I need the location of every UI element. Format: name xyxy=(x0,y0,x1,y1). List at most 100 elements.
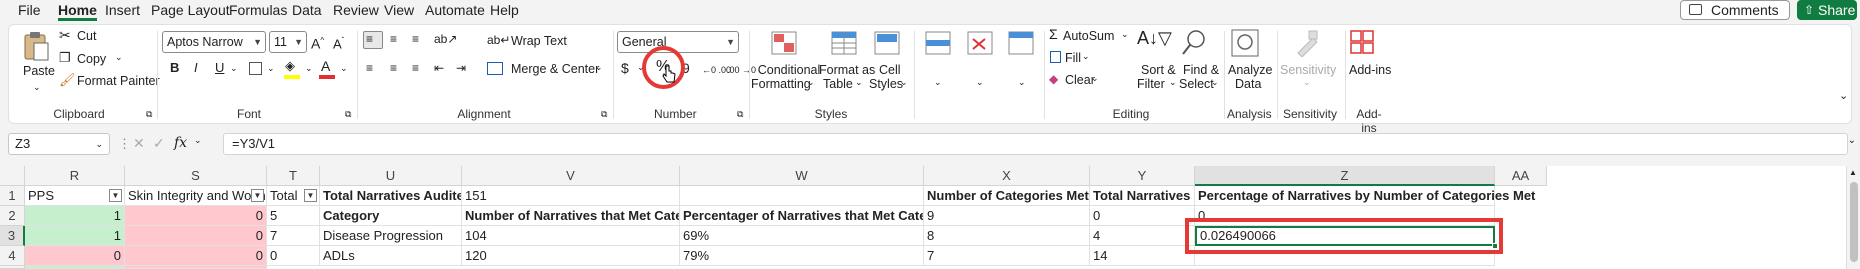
cell-v1[interactable]: 151 xyxy=(462,186,680,206)
cell-x3[interactable]: 8 xyxy=(924,226,1090,246)
dialog-launcher-icon[interactable]: ⧉ xyxy=(737,107,743,121)
menu-review[interactable]: Review xyxy=(333,1,379,21)
chevron-down-icon[interactable]: ⌄ xyxy=(194,135,202,146)
align-right-icon[interactable]: ≡ xyxy=(412,61,419,75)
middle-align-icon[interactable]: ≡ xyxy=(390,32,397,46)
cell-y4[interactable]: 14 xyxy=(1090,246,1195,266)
orientation-icon[interactable]: ab↗ xyxy=(434,32,457,46)
align-center-icon[interactable]: ≡ xyxy=(390,61,397,75)
menu-view[interactable]: View xyxy=(384,1,414,21)
column-header-selected[interactable]: Z xyxy=(1195,166,1495,186)
formula-input[interactable]: =Y3/V1 xyxy=(223,133,1848,155)
decrease-font-icon[interactable]: Aˇ xyxy=(333,34,344,51)
cancel-icon[interactable]: ✕ xyxy=(133,135,145,152)
cell-w4[interactable]: 79% xyxy=(680,246,924,266)
expand-formula-icon[interactable]: ⌄ xyxy=(1848,135,1856,146)
share-button[interactable]: ⇧ Share xyxy=(1797,0,1857,20)
chevron-down-icon[interactable]: ⌄ xyxy=(340,61,348,75)
currency-button[interactable]: $ xyxy=(621,61,629,75)
cell-t3[interactable]: 7 xyxy=(267,226,320,246)
chevron-down-icon[interactable]: ⌄ xyxy=(267,61,275,75)
bold-button[interactable]: B xyxy=(170,61,179,75)
cell-v3[interactable]: 104 xyxy=(462,226,680,246)
cell-u1[interactable]: Total Narratives Audited xyxy=(320,186,462,206)
row-header[interactable]: 4 xyxy=(0,246,25,266)
number-format-dropdown[interactable]: General ▼ xyxy=(617,31,739,53)
chevron-down-icon[interactable]: ⌄ xyxy=(305,61,313,75)
menu-insert[interactable]: Insert xyxy=(105,1,140,21)
insert-function-icon[interactable]: fx xyxy=(174,135,187,151)
column-header[interactable]: W xyxy=(680,166,924,186)
cell-u2[interactable]: Category xyxy=(320,206,462,226)
menu-data[interactable]: Data xyxy=(292,1,322,21)
italic-button[interactable]: I xyxy=(194,61,198,75)
menu-file[interactable]: File xyxy=(18,1,41,21)
increase-indent-icon[interactable]: ⇥ xyxy=(456,61,466,75)
cell-v2[interactable]: Number of Narratives that Met Category xyxy=(462,206,680,226)
decrease-indent-icon[interactable]: ⇤ xyxy=(434,61,444,75)
column-header[interactable]: S xyxy=(125,166,267,186)
vertical-scrollbar[interactable]: ▲ xyxy=(1846,166,1860,269)
cell-r1[interactable]: PPS ▼ xyxy=(25,186,125,206)
decrease-decimal-button[interactable]: .00 →0 xyxy=(727,63,756,77)
enter-icon[interactable]: ✓ xyxy=(153,135,165,152)
cell-s3[interactable]: 0 xyxy=(125,226,267,246)
column-header[interactable]: V xyxy=(462,166,680,186)
cell-r3[interactable]: 1 xyxy=(25,226,125,246)
menu-page-layout[interactable]: Page Layout xyxy=(151,1,230,21)
row-header[interactable]: 2 xyxy=(0,206,25,226)
cell-s4[interactable]: 0 xyxy=(125,246,267,266)
column-header[interactable]: U xyxy=(320,166,462,186)
cell-s2[interactable]: 0 xyxy=(125,206,267,226)
dialog-launcher-icon[interactable]: ⧉ xyxy=(146,107,152,121)
font-size-dropdown[interactable]: 11 ▼ xyxy=(269,31,307,53)
cell-t1[interactable]: Total ▼ xyxy=(267,186,320,206)
cell-y2[interactable]: 0 xyxy=(1090,206,1195,226)
align-left-icon[interactable]: ≡ xyxy=(366,61,373,75)
cell-w1[interactable] xyxy=(680,186,924,206)
cell-r4[interactable]: 0 xyxy=(25,246,125,266)
menu-help[interactable]: Help xyxy=(490,1,519,21)
font-name-dropdown[interactable]: Aptos Narrow ▼ xyxy=(162,31,266,53)
cell-s1[interactable]: Skin Integrity and Wound ▼ xyxy=(125,186,267,206)
filter-dropdown-icon[interactable]: ▼ xyxy=(251,189,264,202)
borders-icon[interactable] xyxy=(249,62,262,75)
cell-w2[interactable]: Percentager of Narratives that Met Categ… xyxy=(680,206,924,226)
menu-home[interactable]: Home xyxy=(58,1,97,21)
collapse-ribbon-icon[interactable]: ⌄ xyxy=(1839,89,1848,103)
cell-v4[interactable]: 120 xyxy=(462,246,680,266)
cell-x2[interactable]: 9 xyxy=(924,206,1090,226)
underline-button[interactable]: U xyxy=(215,61,224,75)
increase-font-icon[interactable]: A^ xyxy=(311,34,324,51)
select-all-corner[interactable] xyxy=(0,166,25,186)
dialog-launcher-icon[interactable]: ⧉ xyxy=(601,107,607,121)
name-box[interactable]: Z3 ⌄ xyxy=(8,133,110,155)
dialog-launcher-icon[interactable]: ⧉ xyxy=(345,107,351,121)
menu-formulas[interactable]: Formulas xyxy=(229,1,287,21)
bottom-align-icon[interactable]: ≡ xyxy=(412,32,419,46)
cell-x1[interactable]: Number of Categories Met xyxy=(924,186,1090,206)
cell-u4[interactable]: ADLs xyxy=(320,246,462,266)
cell-w3[interactable]: 69% xyxy=(680,226,924,246)
cell-r2[interactable]: 1 xyxy=(25,206,125,226)
column-header[interactable]: Y xyxy=(1090,166,1195,186)
filter-dropdown-icon[interactable]: ▼ xyxy=(304,189,317,202)
scrollbar-thumb[interactable] xyxy=(1850,182,1858,262)
more-icon[interactable]: ⋮ xyxy=(118,136,131,152)
column-header[interactable]: X xyxy=(924,166,1090,186)
row-header-selected[interactable]: 3 xyxy=(0,226,25,246)
cell-y1[interactable]: Total Narratives xyxy=(1090,186,1195,206)
cell-x4[interactable]: 7 xyxy=(924,246,1090,266)
column-header[interactable]: AA xyxy=(1495,166,1547,186)
scroll-up-icon[interactable]: ▲ xyxy=(1849,168,1857,177)
column-header[interactable]: R xyxy=(25,166,125,186)
menu-automate[interactable]: Automate xyxy=(425,1,485,21)
cell-t2[interactable]: 5 xyxy=(267,206,320,226)
fill-handle[interactable] xyxy=(1492,243,1498,249)
cell-t4[interactable]: 0 xyxy=(267,246,320,266)
cell-y3[interactable]: 4 xyxy=(1090,226,1195,246)
chevron-down-icon[interactable]: ⌄ xyxy=(230,61,238,75)
column-header[interactable]: T xyxy=(267,166,320,186)
cell-u3[interactable]: Disease Progression xyxy=(320,226,462,246)
row-header[interactable]: 1 xyxy=(0,186,25,206)
